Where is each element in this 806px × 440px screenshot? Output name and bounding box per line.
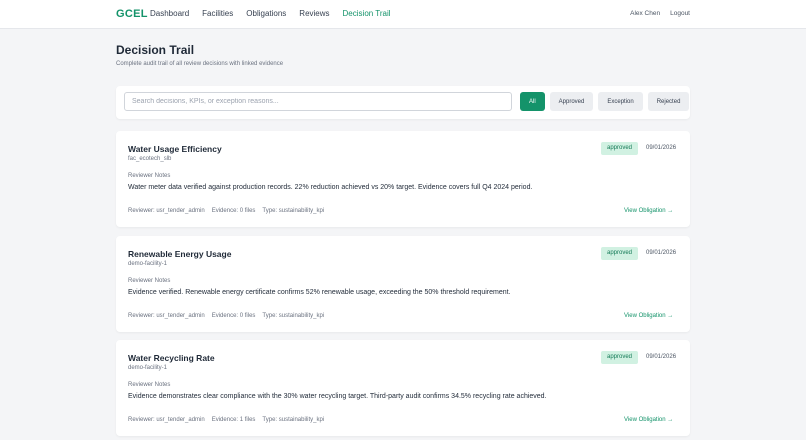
decision-card: Water Usage Efficiency fac_ecotech_slb a… bbox=[116, 131, 690, 227]
status-badge: approved bbox=[601, 247, 639, 260]
obligation-type: Type: sustainability_kpi bbox=[262, 417, 325, 423]
reviewer-notes-label: Reviewer Notes bbox=[128, 173, 171, 179]
view-obligation-link[interactable]: View Obligation → bbox=[624, 208, 673, 214]
decision-card: Renewable Energy Usage demo-facility-1 a… bbox=[116, 236, 690, 332]
filter-rejected-button[interactable]: Rejected bbox=[647, 92, 690, 111]
page-title: Decision Trail bbox=[116, 43, 195, 57]
reviewer-notes: Evidence verified. Renewable energy cert… bbox=[128, 289, 511, 296]
user-area: Alex Chen Logout bbox=[630, 10, 690, 17]
nav-decision-trail[interactable]: Decision Trail bbox=[343, 9, 391, 18]
status-badge: approved bbox=[601, 142, 639, 155]
main-nav: Dashboard Facilities Obligations Reviews… bbox=[150, 9, 404, 18]
reviewer-info: Reviewer: usr_tender_admin bbox=[128, 313, 205, 319]
filter-toolbar: All Approved Exception Rejected bbox=[116, 86, 690, 119]
decision-meta: Reviewer: usr_tender_admin Evidence: 0 f… bbox=[128, 313, 324, 319]
decision-date: 09/01/2026 bbox=[646, 354, 677, 360]
top-navigation-bar: GCEL Dashboard Facilities Obligations Re… bbox=[0, 0, 806, 29]
evidence-count: Evidence: 0 files bbox=[211, 208, 256, 214]
facility-id: demo-facility-1 bbox=[128, 261, 168, 267]
reviewer-notes: Water meter data verified against produc… bbox=[128, 184, 533, 191]
logout-link[interactable]: Logout bbox=[670, 10, 690, 17]
decision-meta: Reviewer: usr_tender_admin Evidence: 1 f… bbox=[128, 417, 324, 423]
view-obligation-link[interactable]: View Obligation → bbox=[624, 417, 673, 423]
nav-obligations[interactable]: Obligations bbox=[246, 9, 286, 18]
decision-date: 09/01/2026 bbox=[646, 250, 677, 256]
reviewer-notes: Evidence demonstrates clear compliance w… bbox=[128, 393, 547, 400]
reviewer-info: Reviewer: usr_tender_admin bbox=[128, 208, 205, 214]
status-badge: approved bbox=[601, 351, 639, 364]
view-obligation-link[interactable]: View Obligation → bbox=[624, 313, 673, 319]
reviewer-info: Reviewer: usr_tender_admin bbox=[128, 417, 205, 423]
search-input[interactable] bbox=[124, 92, 512, 111]
decision-title: Water Recycling Rate bbox=[128, 353, 215, 363]
user-name: Alex Chen bbox=[630, 10, 661, 17]
evidence-count: Evidence: 1 files bbox=[211, 417, 256, 423]
obligation-type: Type: sustainability_kpi bbox=[262, 313, 325, 319]
nav-reviews[interactable]: Reviews bbox=[299, 9, 329, 18]
filter-approved-button[interactable]: Approved bbox=[549, 92, 594, 111]
decision-meta: Reviewer: usr_tender_admin Evidence: 0 f… bbox=[128, 208, 324, 214]
decision-title: Water Usage Efficiency bbox=[128, 144, 222, 154]
reviewer-notes-label: Reviewer Notes bbox=[128, 278, 171, 284]
facility-id: fac_ecotech_slb bbox=[128, 156, 172, 162]
brand-logo[interactable]: GCEL bbox=[116, 8, 148, 20]
decision-title: Renewable Energy Usage bbox=[128, 249, 232, 259]
nav-facilities[interactable]: Facilities bbox=[202, 9, 233, 18]
filter-all-button[interactable]: All bbox=[520, 92, 545, 111]
facility-id: demo-facility-1 bbox=[128, 365, 168, 371]
decision-card: Water Recycling Rate demo-facility-1 app… bbox=[116, 340, 690, 436]
page-subtitle: Complete audit trail of all review decis… bbox=[116, 61, 284, 67]
decision-date: 09/01/2026 bbox=[646, 145, 677, 151]
filter-exception-button[interactable]: Exception bbox=[598, 92, 643, 111]
evidence-count: Evidence: 0 files bbox=[211, 313, 256, 319]
reviewer-notes-label: Reviewer Notes bbox=[128, 382, 171, 388]
status-filters: All Approved Exception Rejected bbox=[520, 92, 690, 111]
nav-dashboard[interactable]: Dashboard bbox=[150, 9, 189, 18]
obligation-type: Type: sustainability_kpi bbox=[262, 208, 325, 214]
